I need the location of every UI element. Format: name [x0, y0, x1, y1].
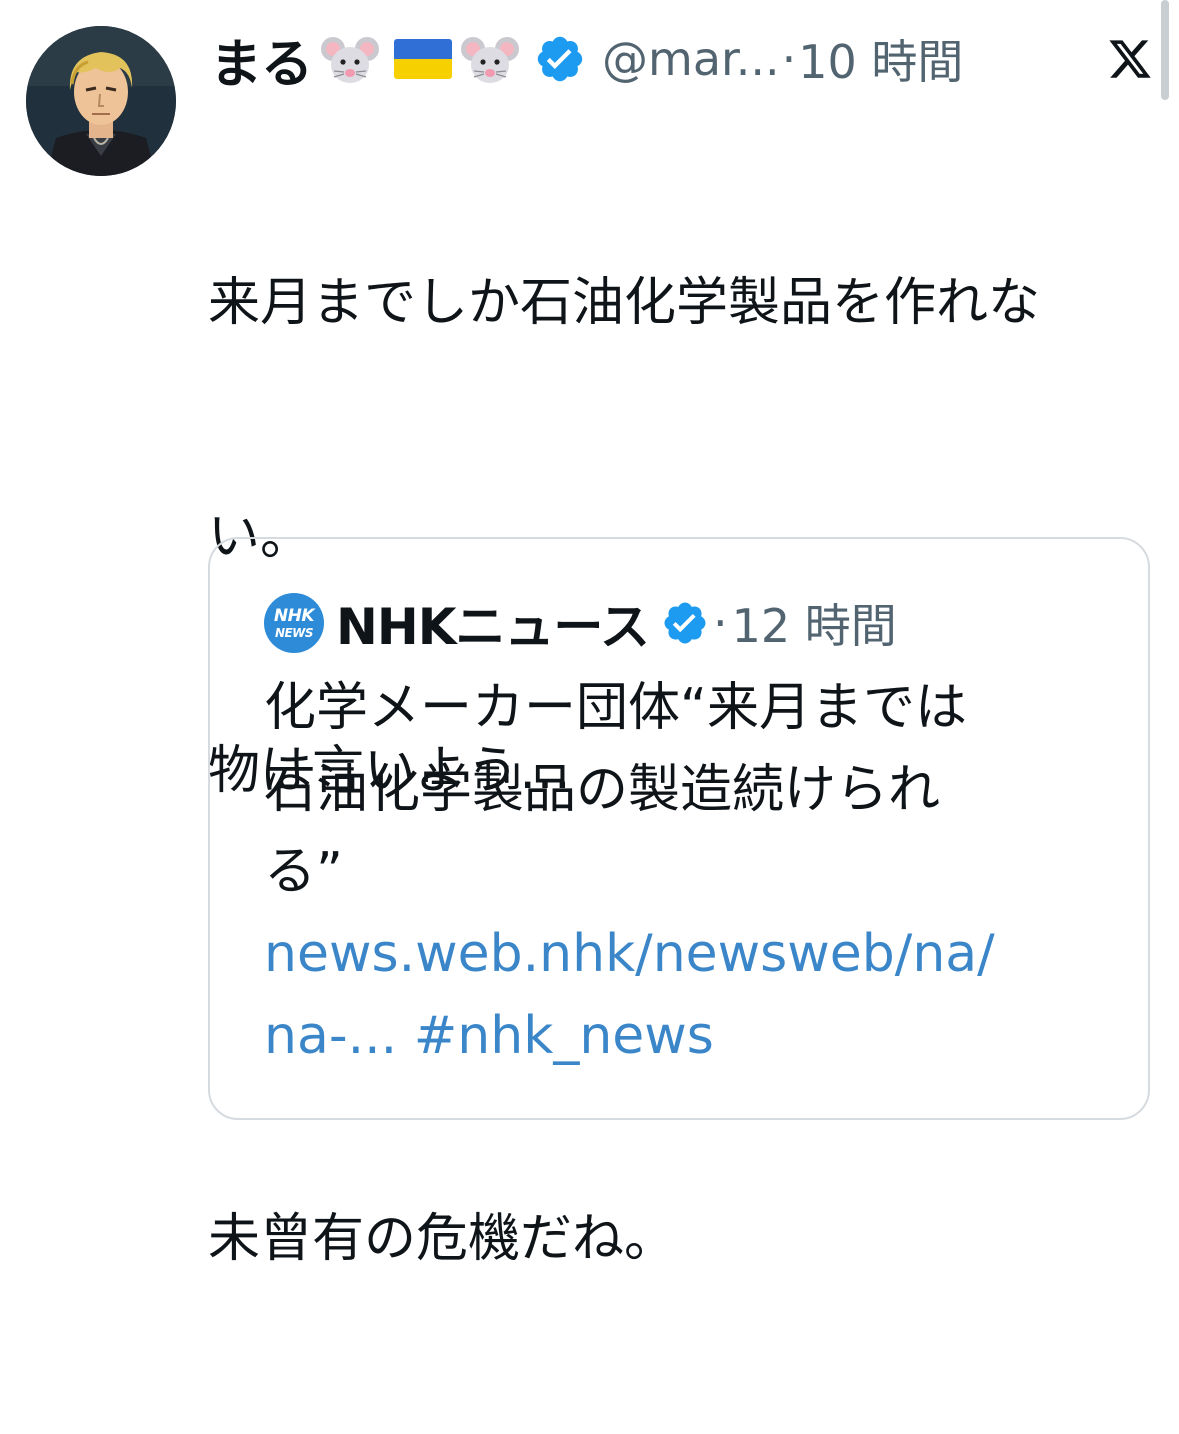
x-logo-icon: [1109, 40, 1151, 78]
separator-dot: ·: [712, 596, 728, 650]
quoted-tweet-body: 化学メーカー団体“来月までは 石油化学製品の製造続けられ る” news.web…: [264, 667, 1084, 1077]
tweet-text-line: 未曾有の危機だね。: [208, 1209, 677, 1269]
avatar-image: [26, 26, 176, 176]
tweet-text-line: 来月までしか石油化学製品を作れな: [208, 273, 1041, 333]
scrollbar-thumb[interactable]: [1161, 0, 1169, 100]
timestamp[interactable]: 10 時間: [798, 26, 963, 92]
verified-badge-icon[interactable]: [534, 33, 586, 85]
quoted-display-name[interactable]: NHKニュース: [336, 587, 650, 659]
mouse-face-emoji-icon: [461, 37, 520, 83]
tweet-header: まる @mar... · 10 時間: [210, 22, 1155, 97]
separator-dot: ·: [781, 32, 797, 86]
quoted-text-line: る”: [264, 842, 343, 902]
quoted-text-line: 化学メーカー団体“来月までは: [264, 678, 967, 738]
display-name[interactable]: まる: [210, 22, 313, 97]
article-link[interactable]: news.web.nhk/newsweb/na/: [264, 924, 995, 984]
article-link-continued[interactable]: na-...: [264, 1006, 397, 1066]
mouse-face-emoji-icon: [321, 37, 380, 83]
tweet[interactable]: まる @mar... · 10 時間 来月までしか石油化学製品を作れな い。 物…: [0, 0, 1179, 1269]
quoted-timestamp[interactable]: 12 時間: [732, 590, 897, 656]
quoted-tweet-header: NHK NEWS NHKニュース · 12 時間: [264, 590, 897, 656]
nhk-news-logo-icon[interactable]: NHK NEWS: [264, 593, 324, 653]
verified-badge-icon[interactable]: [661, 599, 709, 647]
quoted-text-line: 石油化学製品の製造続けられ: [264, 760, 941, 820]
avatar[interactable]: [26, 26, 176, 176]
hashtag-link[interactable]: #nhk_news: [414, 1006, 714, 1066]
user-handle[interactable]: @mar...: [602, 32, 780, 86]
ukraine-flag-icon: [394, 39, 453, 79]
quoted-tweet-card[interactable]: NHK NEWS NHKニュース · 12 時間 化学メーカー団体“来月までは …: [208, 537, 1150, 1120]
